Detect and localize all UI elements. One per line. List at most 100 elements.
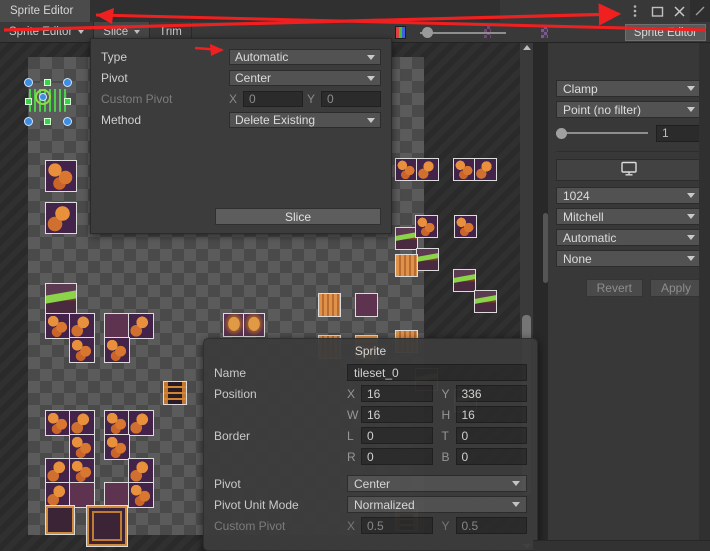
sprite-tile[interactable] xyxy=(104,313,130,339)
sprite-tile[interactable] xyxy=(104,434,130,460)
border-l-key: L xyxy=(347,428,354,443)
sprite-pivot-dropdown[interactable]: Center xyxy=(347,475,527,492)
inspector-scroll-thumb[interactable] xyxy=(543,213,548,283)
handle-edge-top[interactable] xyxy=(44,79,51,86)
sprite-tile[interactable] xyxy=(128,313,154,339)
scroll-up-arrow-icon[interactable] xyxy=(522,45,531,50)
chevron-down-icon xyxy=(367,75,375,81)
sprite-tile[interactable] xyxy=(395,227,418,250)
sprite-tile[interactable] xyxy=(416,158,439,181)
sprite-tile[interactable] xyxy=(45,202,77,234)
maximize-icon[interactable] xyxy=(646,0,668,22)
sprite-pivot-value: Center xyxy=(354,476,391,491)
alpha-slider-knob[interactable] xyxy=(422,26,433,38)
sprite-tile[interactable] xyxy=(69,482,95,508)
resize-algorithm-dropdown[interactable]: Mitchell xyxy=(556,208,702,225)
sprite-position-y-input[interactable]: 336 xyxy=(455,385,527,402)
inspector-revert-button[interactable]: Revert xyxy=(585,279,643,297)
slice-custom-pivot-y-input[interactable]: 0 xyxy=(321,91,381,107)
resize-icon[interactable] xyxy=(690,0,710,22)
resize-algorithm-value: Mitchell xyxy=(563,209,604,224)
sprite-editor-menu-button[interactable]: Sprite Editor xyxy=(0,21,95,43)
sprite-tile[interactable] xyxy=(454,215,477,238)
sprite-tile[interactable] xyxy=(69,410,95,436)
slice-pivot-dropdown[interactable]: Center xyxy=(229,70,381,86)
sprite-tile[interactable] xyxy=(416,248,439,271)
sprite-tile[interactable] xyxy=(474,158,497,181)
handle-edge-bottom[interactable] xyxy=(44,118,51,125)
sprite-border-right-input[interactable]: 0 xyxy=(361,448,433,465)
sprite-tile[interactable] xyxy=(45,410,71,436)
tab-sprite-editor[interactable]: Sprite Editor xyxy=(0,0,90,22)
close-icon[interactable] xyxy=(668,0,690,22)
sprite-tile[interactable] xyxy=(474,290,497,313)
sprite-tile[interactable] xyxy=(318,293,341,317)
sprite-name-input[interactable]: tileset_0 xyxy=(347,364,527,381)
slice-custom-pivot-x-input[interactable]: 0 xyxy=(243,91,303,107)
sprite-border-left-input[interactable]: 0 xyxy=(361,427,433,444)
sprite-tile[interactable] xyxy=(104,337,130,363)
handle-corner-br[interactable] xyxy=(63,117,72,126)
sprite-tile[interactable] xyxy=(223,313,245,337)
max-size-dropdown[interactable]: 1024 xyxy=(556,187,702,204)
sprite-tile[interactable] xyxy=(163,381,187,405)
slice-type-dropdown[interactable]: Automatic xyxy=(229,49,381,65)
sprite-tile[interactable] xyxy=(86,505,128,547)
sprite-tile[interactable] xyxy=(45,505,75,535)
sprite-tile[interactable] xyxy=(69,337,95,363)
more-options-icon[interactable] xyxy=(624,0,646,22)
sprite-border-bottom-input[interactable]: 0 xyxy=(455,448,527,465)
sprite-editor-tooltip-pill[interactable]: Sprite Editor xyxy=(624,24,706,41)
slice-settings-popup[interactable]: Type Automatic Pivot Center Custom Pivot… xyxy=(90,38,392,234)
sprite-tile[interactable] xyxy=(128,482,154,508)
sprite-tile[interactable] xyxy=(69,458,95,484)
sprite-tile[interactable] xyxy=(45,482,71,508)
sprite-tile[interactable] xyxy=(45,458,71,484)
handle-corner-bl[interactable] xyxy=(24,117,33,126)
sprite-tile[interactable] xyxy=(415,215,438,238)
handle-edge-right[interactable] xyxy=(64,98,71,105)
sprite-width-input[interactable]: 16 xyxy=(361,406,433,423)
sprite-custom-pivot-y-input[interactable]: 0.5 xyxy=(455,517,527,534)
sprite-tile[interactable] xyxy=(69,434,95,460)
sprite-border-top-input[interactable]: 0 xyxy=(455,427,527,444)
sprite-position-x-input[interactable]: 16 xyxy=(361,385,433,402)
sprite-tile[interactable] xyxy=(128,410,154,436)
aniso-slider[interactable] xyxy=(556,126,648,140)
filter-mode-dropdown[interactable]: Point (no filter) xyxy=(556,101,702,118)
sprite-tile[interactable] xyxy=(45,283,77,315)
pivot-handle[interactable] xyxy=(39,93,47,101)
sprite-border-left-cell: L 0 xyxy=(347,427,433,444)
sprite-tile[interactable] xyxy=(45,313,71,339)
aniso-level-input[interactable]: 1 xyxy=(656,124,702,142)
sprite-tile[interactable] xyxy=(104,482,130,508)
sprite-pivot-unit-dropdown[interactable]: Normalized xyxy=(347,496,527,513)
aniso-slider-knob[interactable] xyxy=(556,128,567,139)
wrap-mode-dropdown[interactable]: Clamp xyxy=(556,80,702,97)
sprite-tile[interactable] xyxy=(45,160,77,192)
slice-button[interactable]: Slice xyxy=(215,208,381,225)
sprite-custom-pivot-xy: X 0.5 Y 0.5 xyxy=(347,517,527,534)
sprite-height-input[interactable]: 16 xyxy=(455,406,527,423)
handle-corner-tl[interactable] xyxy=(24,78,33,87)
inspector-apply-button[interactable]: Apply xyxy=(649,279,702,297)
sprite-tile[interactable] xyxy=(69,313,95,339)
platform-tab-default[interactable] xyxy=(556,159,702,181)
sprite-tile[interactable] xyxy=(395,158,418,181)
sprite-tile[interactable] xyxy=(104,410,130,436)
handle-corner-tr[interactable] xyxy=(63,78,72,87)
slice-method-dropdown[interactable]: Delete Existing xyxy=(229,112,381,128)
sprite-custom-pivot-x-input[interactable]: 0.5 xyxy=(361,517,433,534)
compression-dropdown[interactable]: None xyxy=(556,250,702,267)
format-dropdown[interactable]: Automatic xyxy=(556,229,702,246)
sprite-tile[interactable] xyxy=(453,269,476,292)
sprite-properties-popup[interactable]: Sprite Name tileset_0 Position X 16 Y 33… xyxy=(203,338,538,551)
sprite-tile[interactable] xyxy=(243,313,265,337)
sprite-tile[interactable] xyxy=(453,158,476,181)
rgb-channels-icon[interactable] xyxy=(395,25,406,39)
sprite-tile[interactable] xyxy=(355,293,378,317)
alpha-slider[interactable] xyxy=(420,26,506,39)
sprite-tile[interactable] xyxy=(128,458,154,484)
handle-edge-left[interactable] xyxy=(25,98,32,105)
sprite-tile[interactable] xyxy=(395,254,418,277)
